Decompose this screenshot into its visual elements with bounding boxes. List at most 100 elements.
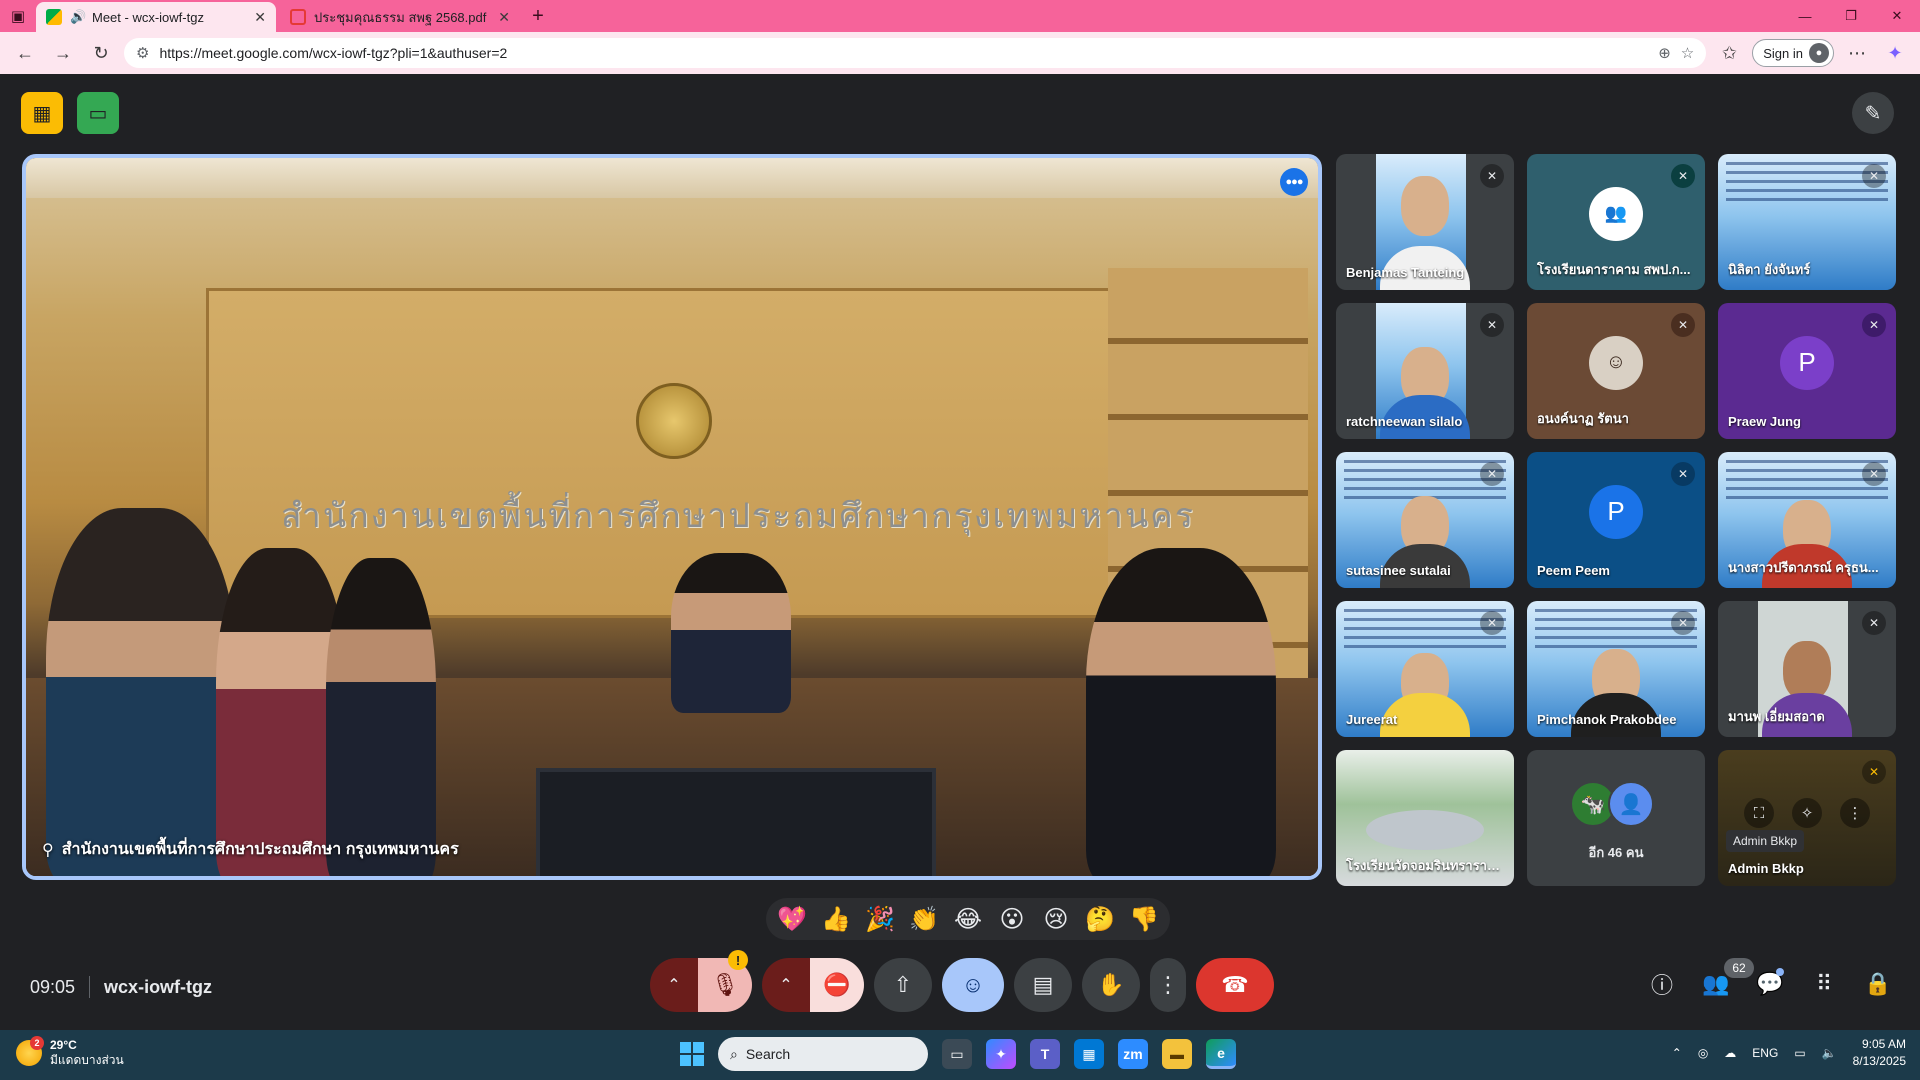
display-icon[interactable]: ▭ <box>1794 1046 1805 1060</box>
meeting-details-icon[interactable]: ⓘ <box>1646 968 1678 1000</box>
speaker-icon[interactable]: 🔊 <box>70 9 86 25</box>
tab-actions-icon[interactable]: ▣ <box>0 0 36 32</box>
reaction-sad-icon[interactable]: 😢 <box>1038 901 1074 937</box>
location-icon[interactable]: ◎ <box>1698 1046 1708 1060</box>
participant-tile[interactable]: ✕ ratchneewan silalo <box>1336 303 1514 439</box>
meeting-time: 09:05 <box>30 976 76 997</box>
pdf-favicon-icon <box>290 9 306 25</box>
participant-tile[interactable]: โรงเรียนวัดจอมรินทราราม... <box>1336 750 1514 886</box>
device-icon-button[interactable]: ▭ <box>77 92 119 134</box>
reactions-button[interactable]: ☺ <box>942 958 1004 1012</box>
video-options-button[interactable]: ⌃ <box>762 958 810 1012</box>
frame-icon[interactable]: ⛶ <box>1744 798 1774 828</box>
participant-tile[interactable]: ✕ นิลิตา ยังจันทร์ <box>1718 154 1896 290</box>
weather-widget[interactable]: 2 29°C มีแดดบางส่วน <box>16 1036 124 1068</box>
reaction-thinking-icon[interactable]: 🤔 <box>1082 901 1118 937</box>
main-speaker-label: สำนักงานเขตพื้นที่การศึกษาประถมศึกษา กรุ… <box>61 841 459 858</box>
site-info-icon[interactable]: ⚙ <box>136 44 149 62</box>
tab-pdf[interactable]: ประชุมคุณธรรม สพฐ 2568.pdf ✕ <box>280 2 520 32</box>
captions-icon: ▤ <box>1032 972 1054 997</box>
more-options-button[interactable]: ⋮ <box>1150 958 1186 1012</box>
restore-icon[interactable]: ❐ <box>1828 0 1874 32</box>
participant-name: ratchneewan silalo <box>1346 414 1463 429</box>
participant-tile[interactable]: P ✕ Peem Peem <box>1527 452 1705 588</box>
copilot-app-icon[interactable]: ✦ <box>986 1039 1016 1069</box>
file-explorer-icon[interactable]: ▬ <box>1162 1039 1192 1069</box>
mic-off-icon: ✕ <box>1671 313 1695 337</box>
hide-self-view-button[interactable]: ▦ <box>21 92 63 134</box>
present-screen-button[interactable]: ⇧ <box>874 958 932 1012</box>
activities-icon[interactable]: ⠿ <box>1808 968 1840 1000</box>
new-tab-button[interactable]: + <box>524 2 552 30</box>
volume-icon[interactable]: 🔈 <box>1822 1046 1837 1060</box>
participant-tile[interactable]: ✕ Jureerat <box>1336 601 1514 737</box>
emblem-logo <box>636 383 712 459</box>
reaction-laugh-icon[interactable]: 😂 <box>950 901 986 937</box>
camera-toggle-button[interactable]: ⛔ <box>810 958 864 1012</box>
more-menu-icon[interactable]: ⋯ <box>1842 38 1872 68</box>
top-left-buttons: ▦ ▭ <box>21 92 119 134</box>
close-window-icon[interactable]: ✕ <box>1874 0 1920 32</box>
participant-tile[interactable]: 👥 ✕ โรงเรียนดาราคาม สพป.ก... <box>1527 154 1705 290</box>
store-icon[interactable]: ▦ <box>1074 1039 1104 1069</box>
teams-icon[interactable]: T <box>1030 1039 1060 1069</box>
show-hidden-icons-icon[interactable]: ⌃ <box>1672 1046 1682 1060</box>
reaction-thumbs-up-icon[interactable]: 👍 <box>818 901 854 937</box>
bookmark-star-icon[interactable]: ☆ <box>1681 44 1694 62</box>
reaction-party-icon[interactable]: 🎉 <box>862 901 898 937</box>
audio-options-button[interactable]: ⌃ <box>650 958 698 1012</box>
mic-off-icon: ✕ <box>1671 611 1695 635</box>
self-view-tile[interactable]: ✕ ⛶ ✧ ⋮ Admin Bkkp Admin Bkkp <box>1718 750 1896 886</box>
more-options-icon[interactable]: ⋮ <box>1840 798 1870 828</box>
url-field[interactable]: ⚙ https://meet.google.com/wcx-iowf-tgz?p… <box>124 38 1707 68</box>
clock[interactable]: 9:05 AM 8/13/2025 <box>1853 1036 1906 1070</box>
tab-meet[interactable]: 🔊 Meet - wcx-iowf-tgz ✕ <box>36 2 276 32</box>
participant-tile[interactable]: ✕ Benjamas Tanteing <box>1336 154 1514 290</box>
reaction-thumbs-down-icon[interactable]: 👎 <box>1126 901 1162 937</box>
participant-tile[interactable]: ✕ sutasinee sutalai <box>1336 452 1514 588</box>
reaction-surprised-icon[interactable]: 😮 <box>994 901 1030 937</box>
taskbar-search[interactable]: ⌕ Search <box>718 1037 928 1071</box>
close-tab-icon[interactable]: ✕ <box>254 9 266 26</box>
close-tab-icon[interactable]: ✕ <box>498 9 510 26</box>
captions-button[interactable]: ▤ <box>1014 958 1072 1012</box>
network-icon[interactable]: ☁ <box>1724 1046 1736 1060</box>
tab-title: ประชุมคุณธรรม สพฐ 2568.pdf <box>314 9 487 25</box>
zoom-app-icon[interactable]: zm <box>1118 1039 1148 1069</box>
reload-icon[interactable]: ↻ <box>86 38 116 68</box>
sign-in-button[interactable]: Sign in ● <box>1752 39 1834 67</box>
edit-pen-button[interactable]: ✎ <box>1852 92 1894 134</box>
search-icon: ⌕ <box>730 1045 738 1062</box>
participant-name: โรงเรียนวัดจอมรินทราราม... <box>1346 858 1504 873</box>
chat-icon[interactable]: 💬 <box>1754 968 1786 1000</box>
forward-icon[interactable]: → <box>48 38 78 68</box>
start-button[interactable] <box>680 1042 704 1066</box>
microphone-toggle-button[interactable]: 🎙 ! <box>698 950 752 1012</box>
effects-icon[interactable]: ✧ <box>1792 798 1822 828</box>
people-icon[interactable]: 👥 <box>1700 968 1732 1000</box>
task-view-icon[interactable]: ▭ <box>942 1039 972 1069</box>
participant-tile[interactable]: ✕ Pimchanok Prakobdee <box>1527 601 1705 737</box>
main-speaker-tile[interactable]: สำนักงานเขตพื้นที่การศึกษาประถมศึกษากรุง… <box>22 154 1322 880</box>
participant-tile[interactable]: P ✕ Praew Jung <box>1718 303 1896 439</box>
raise-hand-button[interactable]: ✋ <box>1082 958 1140 1012</box>
edge-icon[interactable]: e <box>1206 1039 1236 1069</box>
more-participants-tile[interactable]: 🐄 👤 อีก 46 คน <box>1527 750 1705 886</box>
host-controls-icon[interactable]: 🔒 <box>1862 968 1894 1000</box>
back-icon[interactable]: ← <box>10 38 40 68</box>
copilot-icon[interactable]: ✦ <box>1880 38 1910 68</box>
zoom-icon[interactable]: ⊕ <box>1658 44 1671 62</box>
language-indicator[interactable]: ENG <box>1752 1046 1778 1060</box>
pin-icon: ⚲ <box>42 841 54 859</box>
participant-tile[interactable]: ✕ มานพ เอี่ยมสอาด <box>1718 601 1896 737</box>
reaction-heart-icon[interactable]: 💖 <box>774 901 810 937</box>
participant-tile[interactable]: ☺ ✕ อนงค์นาฏ รัตนา <box>1527 303 1705 439</box>
reaction-clap-icon[interactable]: 👏 <box>906 901 942 937</box>
minimize-icon[interactable]: — <box>1782 0 1828 32</box>
leave-call-button[interactable]: ☎ <box>1196 958 1274 1012</box>
more-participants-label: อีก 46 คน <box>1588 845 1644 860</box>
favorites-icon[interactable]: ✩ <box>1714 38 1744 68</box>
participant-tile[interactable]: ✕ นางสาวปรีดาภรณ์ ครุธน... <box>1718 452 1896 588</box>
participant-name: Peem Peem <box>1537 563 1610 578</box>
main-speaker-name: ⚲ สำนักงานเขตพื้นที่การศึกษาประถมศึกษา ก… <box>42 837 459 862</box>
